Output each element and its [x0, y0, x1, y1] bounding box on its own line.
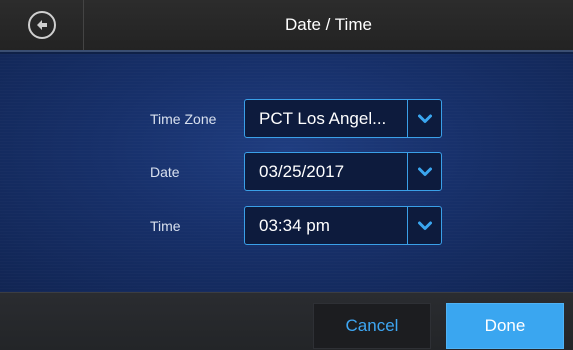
- chevron-down-icon: [417, 221, 432, 230]
- time-label: Time: [150, 218, 181, 234]
- footer-bar: Cancel Done: [0, 292, 573, 350]
- date-label: Date: [150, 164, 180, 180]
- time-zone-value: PCT Los Angel...: [259, 108, 387, 128]
- time-zone-row: Time Zone PCT Los Angel...: [0, 99, 573, 139]
- time-zone-dropdown-button[interactable]: [408, 100, 441, 137]
- time-zone-select[interactable]: PCT Los Angel...: [244, 99, 442, 138]
- back-cell: [0, 0, 84, 50]
- date-row: Date 03/25/2017: [0, 152, 573, 192]
- time-zone-label: Time Zone: [150, 111, 217, 127]
- header-bar: Date / Time: [0, 0, 573, 52]
- chevron-down-icon: [417, 167, 432, 176]
- time-select[interactable]: 03:34 pm: [244, 206, 442, 245]
- date-value: 03/25/2017: [259, 161, 345, 181]
- chevron-down-icon: [417, 114, 432, 123]
- back-button[interactable]: [27, 11, 56, 39]
- date-dropdown-button[interactable]: [408, 153, 441, 190]
- page-title: Date / Time: [285, 15, 372, 34]
- cancel-button[interactable]: Cancel: [313, 303, 431, 349]
- time-row: Time 03:34 pm: [0, 206, 573, 246]
- settings-panel: Time Zone PCT Los Angel... Date 03/25/20…: [0, 54, 573, 292]
- done-button[interactable]: Done: [446, 303, 564, 349]
- date-select[interactable]: 03/25/2017: [244, 152, 442, 191]
- time-dropdown-button[interactable]: [408, 207, 441, 244]
- arrow-left-circle-icon: [36, 20, 47, 30]
- time-value: 03:34 pm: [259, 215, 330, 235]
- date-time-screen: Date / Time Time Zone PCT Los Angel... D…: [0, 0, 573, 350]
